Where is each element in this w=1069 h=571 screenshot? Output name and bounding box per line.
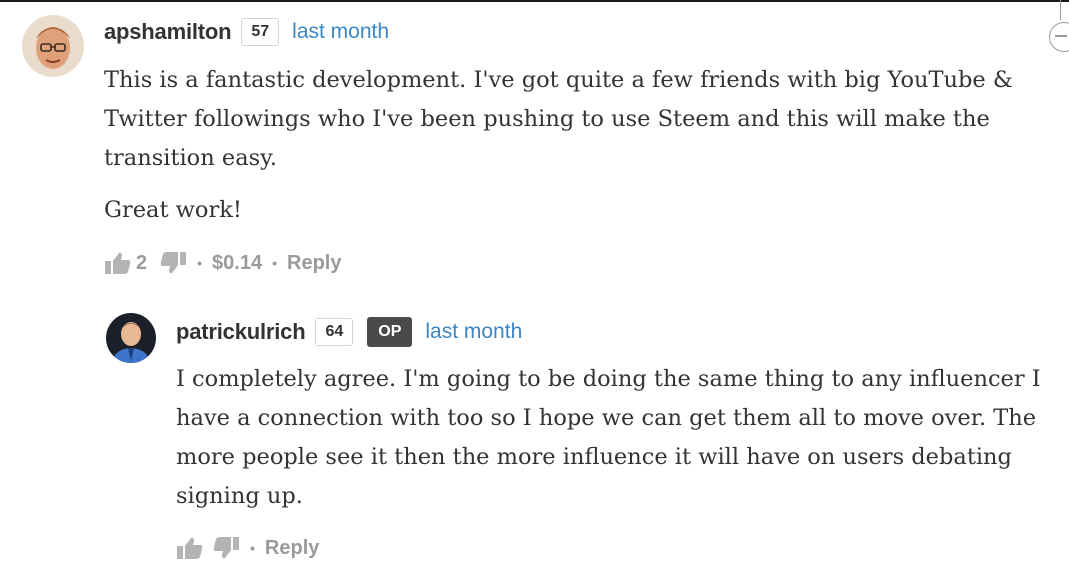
separator: •	[197, 255, 203, 271]
reply-link[interactable]: Reply	[287, 252, 341, 275]
thumbs-up-icon[interactable]	[176, 536, 204, 560]
top-divider	[0, 0, 1069, 2]
reputation-badge: 57	[241, 18, 280, 46]
reputation-badge: 64	[315, 318, 354, 346]
avatar[interactable]	[22, 15, 84, 77]
comment-footer: • Reply	[176, 536, 319, 560]
comment-footer: 2 • $0.14 • Reply	[104, 251, 341, 275]
reply-link[interactable]: Reply	[265, 537, 319, 560]
thumbs-down-icon[interactable]	[159, 251, 187, 275]
separator: •	[250, 540, 255, 556]
collapse-icon[interactable]	[1049, 22, 1069, 52]
timestamp-link[interactable]: last month	[292, 20, 389, 44]
comment-header: apshamilton 57 last month	[104, 18, 389, 46]
thumbs-down-icon[interactable]	[212, 536, 240, 560]
author-name[interactable]: apshamilton	[104, 19, 232, 45]
comment-paragraph: I completely agree. I'm going to be doin…	[176, 366, 1041, 509]
author-name[interactable]: patrickulrich	[176, 319, 306, 345]
comment-body: This is a fantastic development. I've go…	[104, 61, 1034, 230]
thread-line	[1059, 0, 1061, 20]
comment-header: patrickulrich 64 OP last month	[176, 317, 522, 347]
comment-paragraph: Great work!	[104, 197, 242, 223]
avatar[interactable]	[106, 313, 156, 363]
separator: •	[272, 255, 277, 271]
thumbs-up-icon[interactable]	[104, 251, 132, 275]
timestamp-link[interactable]: last month	[425, 320, 522, 344]
op-badge: OP	[367, 317, 413, 347]
comment-paragraph: This is a fantastic development. I've go…	[104, 67, 1013, 171]
vote-count: 2	[136, 251, 148, 274]
comment-body: I completely agree. I'm going to be doin…	[176, 360, 1056, 516]
payout-amount[interactable]: $0.14	[212, 252, 262, 275]
